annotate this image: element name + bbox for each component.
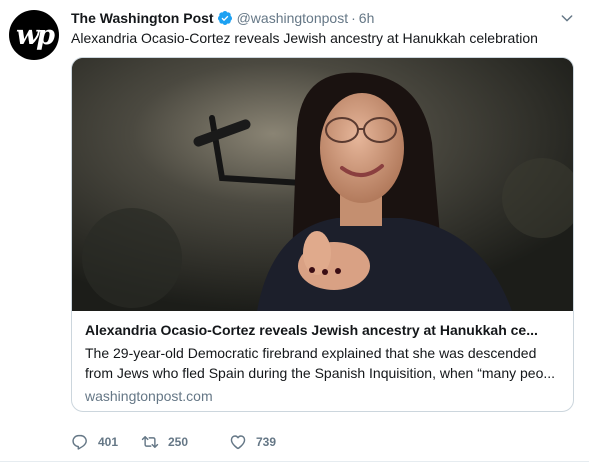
card-photo [72,58,573,311]
avatar[interactable]: wp [9,10,59,60]
card-image [72,58,573,311]
like-count: 739 [256,435,277,449]
card-title[interactable]: Alexandria Ocasio-Cortez reveals Jewish … [85,320,561,340]
retweet-icon [141,436,159,448]
like-button[interactable]: 739 [229,433,299,451]
separator: · [351,10,356,26]
avatar-logo-text: wp [15,19,55,51]
card-body: Alexandria Ocasio-Cortez reveals Jewish … [85,320,561,406]
link-card[interactable]: Alexandria Ocasio-Cortez reveals Jewish … [71,57,574,412]
card-domain[interactable]: washingtonpost.com [85,386,561,406]
card-description: The 29-year-old Democratic firebrand exp… [85,343,561,383]
reply-button[interactable]: 401 [71,433,141,451]
card-description-line: The 29-year-old Democratic firebrand exp… [85,345,537,361]
reply-count: 401 [98,435,119,449]
display-name[interactable]: The Washington Post [71,10,214,26]
tweet-header: The Washington Post @washingtonpost · 6h [71,8,374,28]
like-icon [230,435,246,450]
retweet-button[interactable]: 250 [141,433,229,451]
verified-icon [217,11,232,25]
timestamp[interactable]: 6h [359,10,375,26]
reply-icon [72,434,87,450]
chevron-down-icon[interactable] [559,10,575,26]
card-description-line: from Jews who fled Spain during the Span… [85,365,556,381]
tweet-actions: 401 250 739 [71,433,299,451]
tweet-text: Alexandria Ocasio-Cortez reveals Jewish … [71,30,538,46]
handle[interactable]: @washingtonpost [237,10,349,26]
tweet[interactable]: wp The Washington Post @washingtonpost ·… [0,0,589,462]
retweet-count: 250 [168,435,189,449]
